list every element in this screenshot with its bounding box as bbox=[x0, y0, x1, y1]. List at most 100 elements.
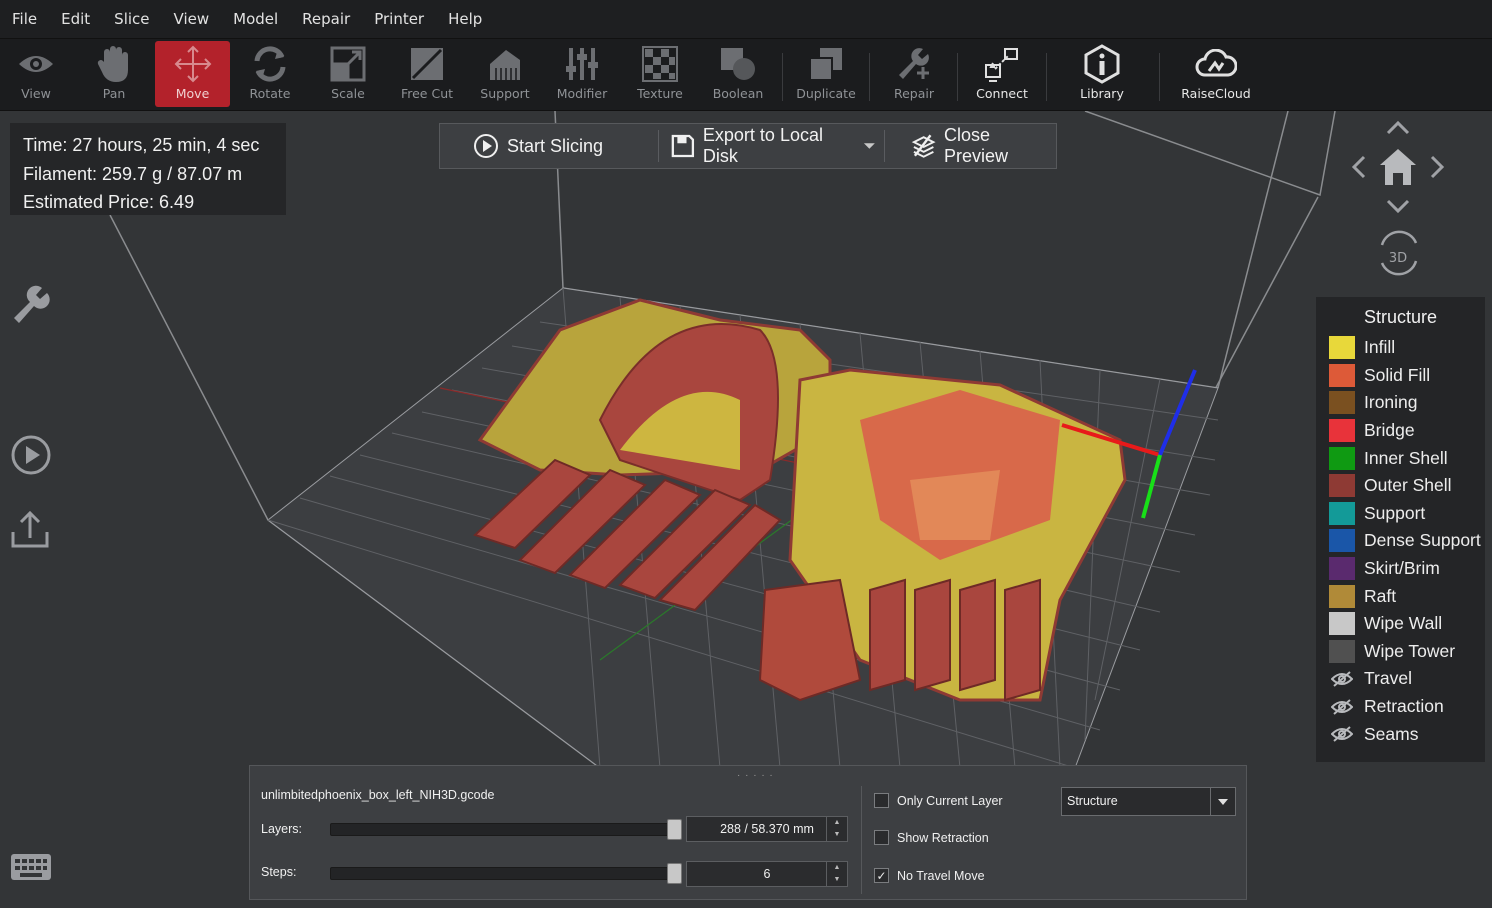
steps-slider[interactable] bbox=[330, 863, 682, 884]
view-left-arrow-icon[interactable] bbox=[1351, 155, 1366, 179]
menu-edit[interactable]: Edit bbox=[49, 0, 102, 38]
view-down-arrow-icon[interactable] bbox=[1386, 199, 1410, 214]
view-up-arrow-icon[interactable] bbox=[1386, 120, 1410, 135]
home-view-icon[interactable] bbox=[1380, 149, 1416, 185]
eye-hidden-icon[interactable] bbox=[1329, 671, 1355, 687]
menu-help[interactable]: Help bbox=[436, 0, 494, 38]
legend-color-swatch bbox=[1329, 639, 1355, 663]
upload-icon bbox=[11, 510, 49, 548]
legend-item-label: Raft bbox=[1364, 585, 1397, 606]
print-time: Time: 27 hours, 25 min, 4 sec bbox=[23, 135, 260, 155]
duplicate-icon bbox=[788, 41, 864, 87]
only-current-layer-checkbox[interactable]: Only Current Layer bbox=[874, 793, 1003, 808]
rotate-tool-button[interactable]: Rotate bbox=[234, 41, 306, 107]
close-preview-button[interactable]: Close Preview bbox=[885, 124, 1056, 168]
chevron-down-icon[interactable] bbox=[863, 142, 876, 150]
checkmark-icon: ✓ bbox=[874, 868, 889, 883]
estimated-price: Estimated Price: 6.49 bbox=[23, 192, 195, 212]
gcode-filename: unlimbitedphoenix_box_left_NIH3D.gcode bbox=[261, 788, 495, 802]
duplicate-tool-button[interactable]: Duplicate bbox=[788, 41, 864, 107]
svg-text:3D: 3D bbox=[1389, 251, 1407, 266]
menu-model[interactable]: Model bbox=[221, 0, 290, 38]
move-tool-button[interactable]: Move bbox=[155, 41, 230, 107]
texture-tool-button[interactable]: Texture bbox=[624, 41, 696, 107]
legend-item[interactable]: Skirt/Brim bbox=[1316, 555, 1485, 583]
filament-usage: Filament: 259.7 g / 87.07 m bbox=[23, 163, 243, 184]
preview-play-button[interactable] bbox=[10, 434, 52, 480]
chevron-down-icon[interactable] bbox=[1210, 788, 1235, 815]
start-slicing-button[interactable]: Start Slicing bbox=[440, 124, 658, 168]
library-tool-button[interactable]: Library bbox=[1062, 41, 1142, 107]
menu-slice[interactable]: Slice bbox=[102, 0, 161, 38]
steps-decrement[interactable]: ▼ bbox=[827, 874, 847, 886]
no-travel-move-checkbox[interactable]: ✓ No Travel Move bbox=[874, 868, 985, 883]
layers-spinbox[interactable]: 288 / 58.370 mm ▲ ▼ bbox=[686, 816, 848, 842]
steps-slider-thumb[interactable] bbox=[667, 863, 682, 884]
legend-item-label: Outer Shell bbox=[1364, 475, 1452, 496]
steps-spinbox[interactable]: 6 ▲ ▼ bbox=[686, 861, 848, 887]
layers-decrement[interactable]: ▼ bbox=[827, 829, 847, 841]
eye-hidden-icon[interactable] bbox=[1329, 726, 1355, 742]
legend-hidden-item[interactable]: Seams bbox=[1316, 720, 1485, 748]
menu-repair[interactable]: Repair bbox=[290, 0, 362, 38]
keyboard-shortcuts-button[interactable] bbox=[10, 850, 52, 888]
menu-printer[interactable]: Printer bbox=[362, 0, 436, 38]
legend-item-label: Solid Fill bbox=[1364, 364, 1431, 385]
connect-icon bbox=[964, 41, 1040, 87]
raisecloud-tool-button[interactable]: RaiseCloud bbox=[1172, 41, 1260, 107]
legend-item-label: Skirt/Brim bbox=[1364, 558, 1440, 579]
legend-item[interactable]: Dense Support bbox=[1316, 527, 1485, 555]
wrench-plus-icon bbox=[876, 41, 952, 87]
boolean-tool-button[interactable]: Boolean bbox=[702, 41, 774, 107]
show-retraction-checkbox[interactable]: Show Retraction bbox=[874, 830, 989, 845]
gcode-preview-panel: · · · · · unlimbitedphoenix_box_left_NIH… bbox=[249, 765, 1247, 900]
pan-tool-button[interactable]: Pan bbox=[78, 41, 150, 107]
layers-slider-thumb[interactable] bbox=[667, 819, 682, 840]
panel-drag-handle[interactable]: · · · · · bbox=[737, 770, 774, 781]
legend-color-swatch bbox=[1329, 557, 1355, 581]
eye-hidden-icon[interactable] bbox=[1329, 698, 1355, 715]
modifier-tool-button[interactable]: Modifier bbox=[546, 41, 618, 107]
legend-item[interactable]: Inner Shell bbox=[1316, 444, 1485, 472]
scale-tool-button[interactable]: Scale bbox=[312, 41, 384, 107]
toolbar-divider bbox=[782, 53, 783, 101]
legend-item[interactable]: Wipe Wall bbox=[1316, 610, 1485, 638]
view-tool-button[interactable]: View bbox=[0, 41, 72, 107]
upload-button[interactable] bbox=[10, 508, 52, 554]
legend-item[interactable]: Support bbox=[1316, 500, 1485, 528]
layers-slider[interactable] bbox=[330, 819, 682, 840]
support-icon bbox=[468, 41, 542, 87]
legend-hidden-item[interactable]: Travel bbox=[1316, 665, 1485, 693]
view-right-arrow-icon[interactable] bbox=[1430, 155, 1445, 179]
repair-tool-button[interactable]: Repair bbox=[876, 41, 952, 107]
legend-color-swatch bbox=[1329, 336, 1355, 360]
connect-tool-button[interactable]: Connect bbox=[964, 41, 1040, 107]
free-cut-tool-button[interactable]: Free Cut bbox=[390, 41, 464, 107]
legend-item[interactable]: Bridge bbox=[1316, 417, 1485, 445]
toolbar-divider bbox=[1046, 53, 1047, 101]
support-tool-button[interactable]: Support bbox=[468, 41, 542, 107]
legend-item[interactable]: Ironing bbox=[1316, 389, 1485, 417]
layers-increment[interactable]: ▲ bbox=[827, 817, 847, 829]
eye-icon bbox=[0, 41, 72, 87]
legend-item[interactable]: Outer Shell bbox=[1316, 472, 1485, 500]
menu-file[interactable]: File bbox=[0, 0, 49, 38]
legend-item[interactable]: Infill bbox=[1316, 334, 1485, 362]
wrench-icon bbox=[14, 285, 50, 323]
3d-view-icon[interactable]: 3D bbox=[1380, 230, 1418, 276]
toolbar-divider bbox=[869, 53, 870, 101]
view-navigation: 3D bbox=[1340, 115, 1460, 285]
export-local-disk-button[interactable]: Export to Local Disk bbox=[659, 124, 884, 168]
legend-hidden-item[interactable]: Retraction bbox=[1316, 693, 1485, 721]
legend-item[interactable]: Solid Fill bbox=[1316, 362, 1485, 390]
display-mode-select[interactable]: Structure bbox=[1061, 787, 1236, 816]
legend-color-swatch bbox=[1329, 474, 1355, 498]
structure-legend: Structure Infill Solid Fill Ironing Bridge I… bbox=[1316, 297, 1485, 762]
checker-texture-icon bbox=[624, 41, 696, 87]
legend-item[interactable]: Wipe Tower bbox=[1316, 638, 1485, 666]
steps-increment[interactable]: ▲ bbox=[827, 862, 847, 874]
legend-item[interactable]: Raft bbox=[1316, 582, 1485, 610]
settings-wrench-button[interactable] bbox=[10, 284, 52, 330]
legend-item-label: Wipe Tower bbox=[1364, 640, 1456, 661]
menu-view[interactable]: View bbox=[162, 0, 222, 38]
